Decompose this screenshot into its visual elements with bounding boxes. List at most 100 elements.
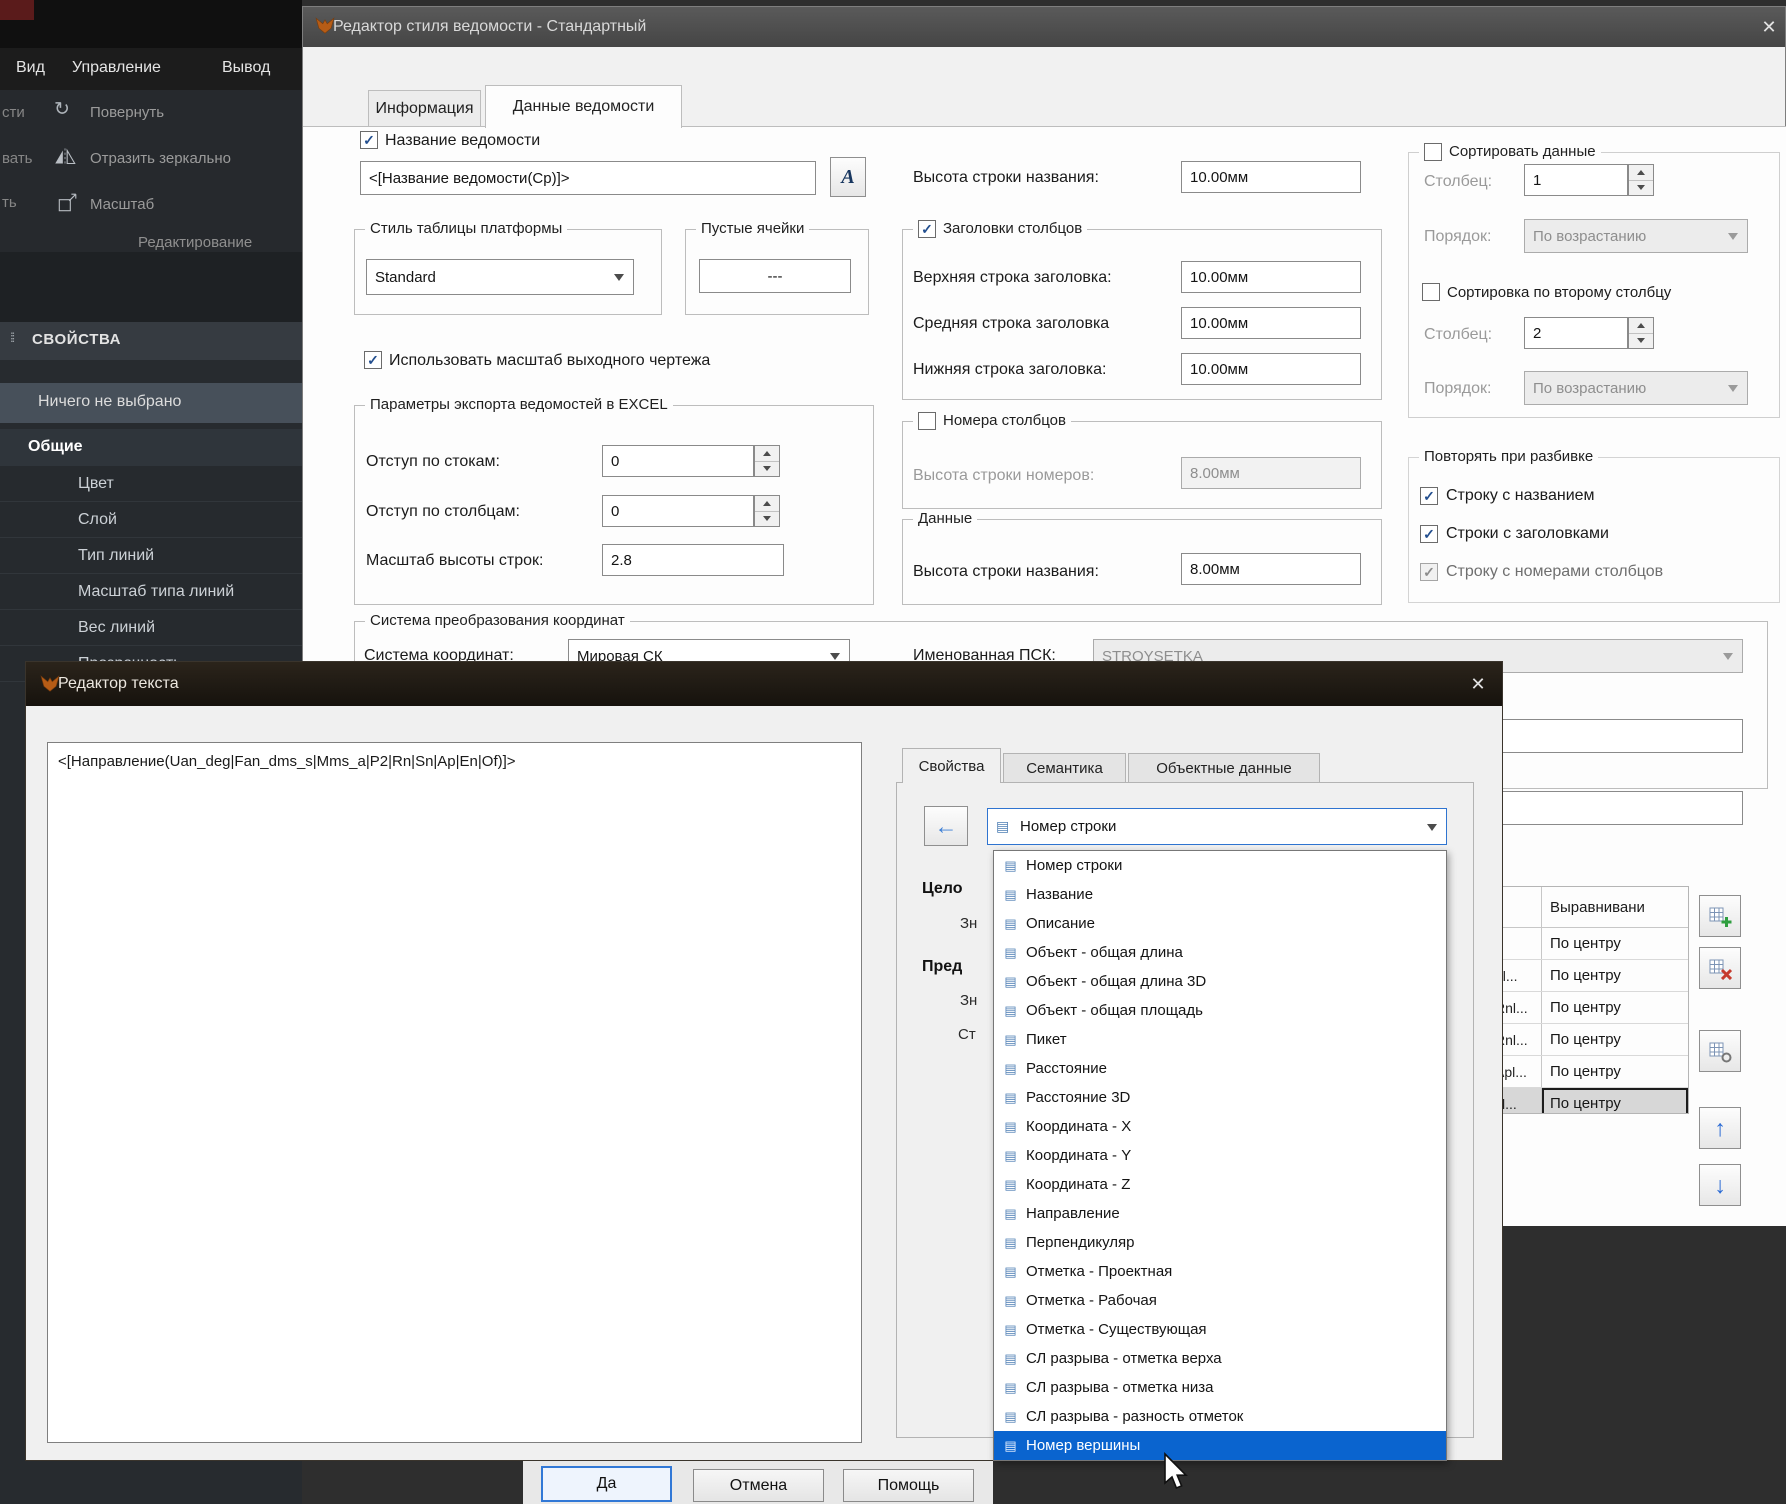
empty-cells-input[interactable]: --- bbox=[699, 259, 851, 293]
excel-col-offset-spinner[interactable] bbox=[754, 495, 780, 527]
data-row-height-input[interactable]: 8.00мм bbox=[1181, 553, 1361, 585]
property-row[interactable]: Масштаб типа линий bbox=[0, 574, 302, 610]
add-column-button[interactable] bbox=[1699, 895, 1741, 937]
alignment-cell[interactable]: По центру bbox=[1542, 928, 1688, 959]
toolbar-mirror-button[interactable]: Отразить зеркально bbox=[90, 150, 231, 167]
table-row[interactable]: Apl...По центру bbox=[1492, 1056, 1688, 1088]
alignment-cell[interactable]: По центру bbox=[1542, 992, 1688, 1023]
alignment-cell[interactable]: По центру bbox=[1542, 1024, 1688, 1055]
delete-column-button[interactable] bbox=[1699, 947, 1741, 989]
sort2-order-label: Порядок: bbox=[1424, 379, 1491, 399]
sort-second-checkbox[interactable]: ✓ bbox=[1422, 283, 1440, 301]
toolbar-rotate-button[interactable]: Повернуть bbox=[90, 104, 164, 121]
dropdown-item[interactable]: ▤Отметка - Проектная bbox=[994, 1257, 1446, 1286]
menu-manage[interactable]: Управление bbox=[72, 59, 161, 77]
name-row-height-input[interactable]: 10.00мм bbox=[1181, 161, 1361, 193]
sort2-column-input[interactable]: 2 bbox=[1524, 317, 1628, 349]
help-button[interactable]: Помощь bbox=[843, 1469, 974, 1502]
dropdown-item[interactable]: ▤Расстояние 3D bbox=[994, 1083, 1446, 1112]
property-row[interactable]: Слой bbox=[0, 502, 302, 538]
repeat-checkbox[interactable]: ✓ bbox=[1420, 525, 1438, 543]
excel-row-offset-spinner[interactable] bbox=[754, 445, 780, 477]
excel-col-offset-input[interactable]: 0 bbox=[602, 495, 754, 527]
table-row[interactable]: Rnl...По центру bbox=[1492, 992, 1688, 1024]
table-row[interactable]: sl...По центру bbox=[1492, 1088, 1688, 1114]
dropdown-item[interactable]: ▤Описание bbox=[994, 909, 1446, 938]
table-row[interactable]: nl...По центру bbox=[1492, 960, 1688, 992]
property-row[interactable]: Вес линий bbox=[0, 610, 302, 646]
tab-report-data[interactable]: Данные ведомости bbox=[485, 85, 682, 128]
property-row[interactable]: Тип линий bbox=[0, 538, 302, 574]
menu-output[interactable]: Вывод bbox=[222, 59, 270, 77]
sort2-column-spinner[interactable] bbox=[1628, 317, 1654, 349]
cancel-button[interactable]: Отмена bbox=[693, 1469, 824, 1502]
column-numbers-checkbox[interactable]: ✓ bbox=[918, 412, 936, 430]
report-name-checkbox[interactable]: ✓ bbox=[360, 131, 378, 149]
down-arrow-icon: ↓ bbox=[1714, 1172, 1726, 1199]
dropdown-item[interactable]: ▤Направление bbox=[994, 1199, 1446, 1228]
platform-style-select[interactable]: Standard bbox=[366, 259, 634, 295]
alignment-cell[interactable]: По центру bbox=[1542, 1088, 1688, 1114]
dropdown-item-label: Объект - общая площадь bbox=[1026, 1002, 1203, 1019]
dropdown-item[interactable]: ▤Отметка - Рабочая bbox=[994, 1286, 1446, 1315]
move-down-button[interactable]: ↓ bbox=[1699, 1164, 1741, 1206]
dropdown-item[interactable]: ▤Координата - Y bbox=[994, 1141, 1446, 1170]
dropdown-item[interactable]: ▤Перпендикуляр bbox=[994, 1228, 1446, 1257]
alignment-cell[interactable]: По центру bbox=[1542, 1056, 1688, 1087]
table-row[interactable]: По центру bbox=[1492, 928, 1688, 960]
tab-information[interactable]: Информация bbox=[368, 90, 481, 127]
report-name-input[interactable]: <[Название ведомости(Ср)]> bbox=[360, 161, 816, 195]
use-output-scale-checkbox[interactable]: ✓ bbox=[364, 351, 382, 369]
insert-field-button[interactable]: ← bbox=[924, 806, 968, 846]
header-middle-input[interactable]: 10.00мм bbox=[1181, 307, 1361, 339]
repeat-checkbox-row[interactable]: ✓Строку с номерами столбцов bbox=[1420, 553, 1770, 591]
dropdown-item[interactable]: ▤Номер вершины bbox=[994, 1431, 1446, 1460]
move-up-button[interactable]: ↑ bbox=[1699, 1107, 1741, 1149]
dropdown-item[interactable]: ▤СЛ разрыва - отметка верха bbox=[994, 1344, 1446, 1373]
column-headers-checkbox[interactable]: ✓ bbox=[918, 220, 936, 238]
properties-group-common[interactable]: Общие bbox=[0, 429, 302, 467]
table-row[interactable]: Rnl...По центру bbox=[1492, 1024, 1688, 1056]
repeat-checkbox-row[interactable]: ✓Строку с названием bbox=[1420, 477, 1770, 515]
tab-properties[interactable]: Свойства bbox=[902, 748, 1001, 783]
dropdown-item[interactable]: ▤Объект - общая длина bbox=[994, 938, 1446, 967]
dropdown-item[interactable]: ▤СЛ разрыва - отметка низа bbox=[994, 1373, 1446, 1402]
repeat-checkbox[interactable]: ✓ bbox=[1420, 487, 1438, 505]
dropdown-item[interactable]: ▤Расстояние bbox=[994, 1054, 1446, 1083]
property-row[interactable]: Цвет bbox=[0, 466, 302, 502]
dropdown-item[interactable]: ▤Номер строки bbox=[994, 851, 1446, 880]
tab-object-data[interactable]: Объектные данные bbox=[1128, 753, 1320, 782]
d2-close-icon[interactable]: ✕ bbox=[1464, 670, 1492, 698]
dropdown-item[interactable]: ▤Название bbox=[994, 880, 1446, 909]
column-properties-button[interactable] bbox=[1699, 1030, 1741, 1072]
dropdown-item[interactable]: ▤Координата - Z bbox=[994, 1170, 1446, 1199]
alignment-cell[interactable]: По центру bbox=[1542, 960, 1688, 991]
mirror-icon bbox=[52, 146, 78, 173]
excel-export-legend: Параметры экспорта ведомостей в EXCEL bbox=[365, 395, 673, 415]
dropdown-item[interactable]: ▤СЛ разрыва - разность отметок bbox=[994, 1402, 1446, 1431]
column-numbers-text: Номера столбцов bbox=[943, 411, 1066, 431]
d1-close-icon[interactable]: ✕ bbox=[1755, 13, 1783, 41]
repeat-checkbox[interactable]: ✓ bbox=[1420, 563, 1438, 581]
repeat-checkbox-row[interactable]: ✓Строки с заголовками bbox=[1420, 515, 1770, 553]
dropdown-item[interactable]: ▤Объект - общая площадь bbox=[994, 996, 1446, 1025]
field-type-select[interactable]: ▤ Номер строки bbox=[987, 808, 1447, 845]
app-topbar bbox=[0, 0, 302, 48]
dropdown-item[interactable]: ▤Отметка - Существующая bbox=[994, 1315, 1446, 1344]
dropdown-item[interactable]: ▤Координата - X bbox=[994, 1112, 1446, 1141]
menu-view[interactable]: Вид bbox=[16, 59, 45, 77]
dropdown-item[interactable]: ▤Объект - общая длина 3D bbox=[994, 967, 1446, 996]
toolbar-scale-button[interactable]: Масштаб bbox=[90, 196, 154, 213]
dropdown-item[interactable]: ▤Пикет bbox=[994, 1025, 1446, 1054]
header-top-input[interactable]: 10.00мм bbox=[1181, 261, 1361, 293]
tab-semantics[interactable]: Семантика bbox=[1003, 753, 1126, 782]
ok-button[interactable]: Да bbox=[541, 1466, 672, 1502]
excel-row-offset-input[interactable]: 0 bbox=[602, 445, 754, 477]
format-button[interactable]: A bbox=[830, 157, 866, 197]
row-height-scale-input[interactable]: 2.8 bbox=[602, 544, 784, 576]
sort-data-checkbox[interactable]: ✓ bbox=[1424, 143, 1442, 161]
sort-column-spinner[interactable] bbox=[1628, 164, 1654, 196]
header-bottom-input[interactable]: 10.00мм bbox=[1181, 353, 1361, 385]
sort-column-input[interactable]: 1 bbox=[1524, 164, 1628, 196]
text-editor-area[interactable]: <[Направление(Uan_deg|Fan_dms_s|Mms_a|P2… bbox=[47, 742, 862, 1443]
